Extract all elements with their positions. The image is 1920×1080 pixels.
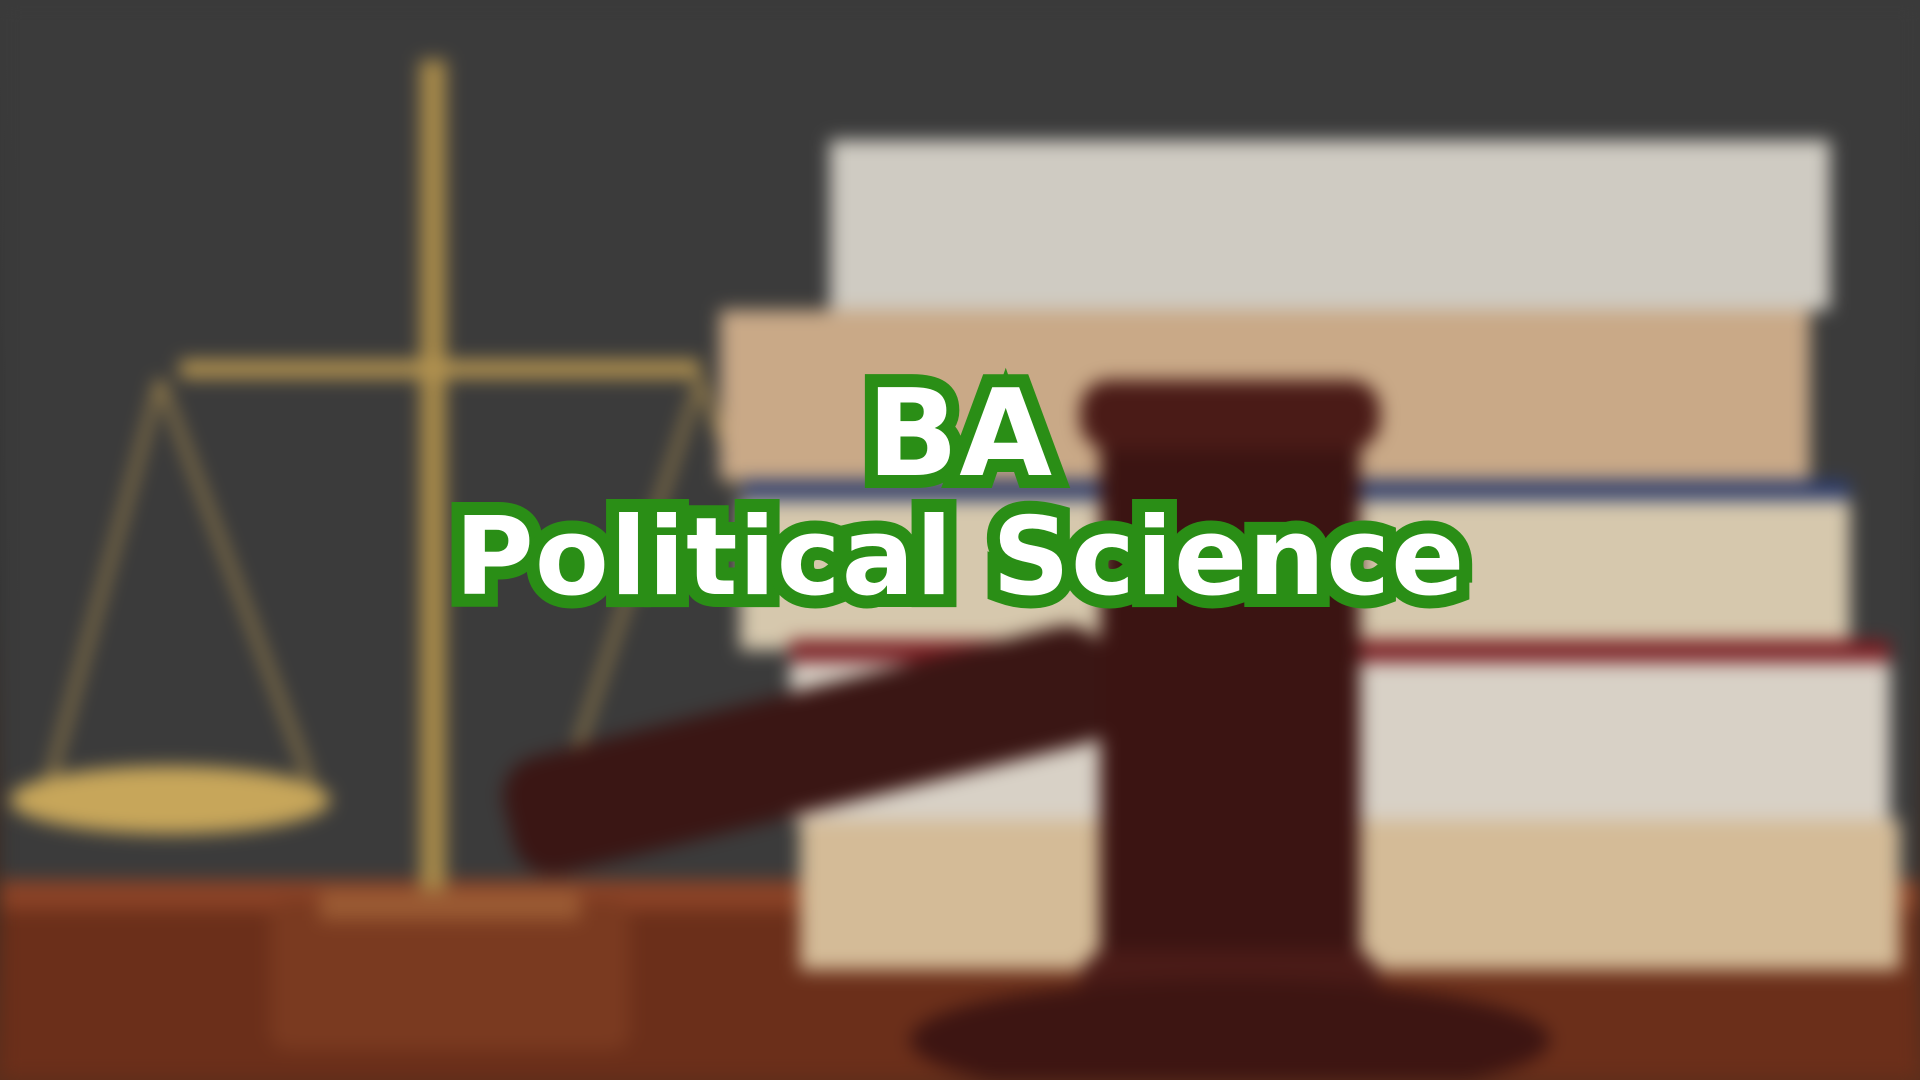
title-block: BA Political Science bbox=[0, 357, 1920, 628]
subject-title: Political Science bbox=[442, 486, 1478, 628]
thumbnail-canvas: BA Political Science bbox=[0, 0, 1920, 1080]
degree-title: BA bbox=[854, 357, 1065, 512]
